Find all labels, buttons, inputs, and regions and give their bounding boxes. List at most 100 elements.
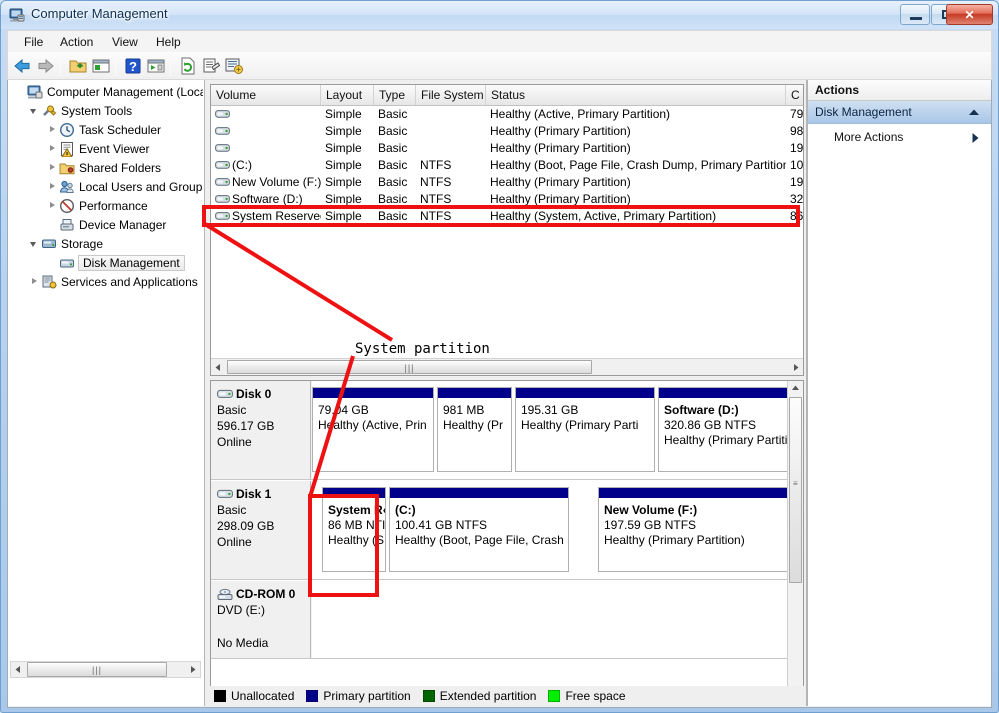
sidebar-item-system-tools[interactable]: System Tools [28, 101, 132, 120]
help-icon[interactable]: ? [123, 56, 143, 76]
forward-icon[interactable] [35, 56, 55, 76]
sidebar-item-disk-management[interactable]: Disk Management [46, 253, 185, 272]
gview-scroll-up-button[interactable] [788, 381, 803, 396]
sidebar-item-storage[interactable]: Storage [28, 234, 103, 253]
volume-scroll-right-button[interactable] [788, 360, 803, 375]
volume-scroll-grip: ||| [404, 363, 414, 373]
partition-block[interactable]: New Volume (F:)197.59 GB NTFSHealthy (Pr… [598, 487, 788, 572]
disk-type: Basic [217, 403, 304, 417]
legend-label: Free space [565, 689, 625, 703]
partition-status: Healthy (Active, Prin [318, 418, 433, 433]
volume-row[interactable]: New Volume (F:)SimpleBasicNTFSHealthy (P… [211, 174, 803, 191]
console-tree-panel: Computer Management (Local System ToolsTa… [8, 80, 205, 706]
close-button[interactable]: ✕ [946, 4, 993, 25]
show-hide-console-tree-icon[interactable] [91, 56, 111, 76]
actions-group-disk-management[interactable]: Disk Management [808, 101, 991, 124]
disk-partitions: 79.04 GBHealthy (Active, Prin981 MBHealt… [312, 381, 789, 479]
users-icon [59, 179, 75, 195]
sidebar-item-computer-management-local[interactable]: Computer Management (Local [14, 82, 203, 101]
column-header-file-system[interactable]: File System [416, 85, 486, 105]
gview-scroll-thumb[interactable]: ≡ [789, 397, 802, 583]
partition-block[interactable]: (C:)100.41 GB NTFSHealthy (Boot, Page Fi… [389, 487, 569, 572]
disk-name: CD-ROM 0 [217, 587, 304, 601]
partition-title: (C:) [395, 503, 568, 518]
action-more-actions-label: More Actions [834, 130, 903, 144]
show-hide-action-pane-icon[interactable] [146, 56, 166, 76]
sidebar-item-local-users-and-groups[interactable]: Local Users and Groups [46, 177, 203, 196]
volume-row[interactable]: System ReservedSimpleBasicNTFSHealthy (S… [211, 208, 803, 225]
expand-collapse-closed-icon[interactable] [28, 272, 41, 291]
volume-row[interactable]: SimpleBasicHealthy (Primary Partition)98 [211, 123, 803, 140]
menu-file[interactable]: File [16, 34, 51, 50]
sidebar-item-event-viewer[interactable]: Event Viewer [46, 139, 149, 158]
expand-collapse-closed-icon[interactable] [46, 158, 59, 177]
volume-row[interactable]: Software (D:)SimpleBasicNTFSHealthy (Pri… [211, 191, 803, 208]
partition-status: Healthy (Primary Partition) [604, 533, 787, 548]
partition-block[interactable]: System R‹86 MB NTIHealthy (S [322, 487, 386, 572]
up-folder-icon[interactable] [68, 56, 88, 76]
tree-scroll-left-button[interactable] [11, 662, 26, 677]
partition-body: (C:)100.41 GB NTFSHealthy (Boot, Page Fi… [390, 499, 568, 548]
expand-collapse-closed-icon[interactable] [46, 177, 59, 196]
sidebar-item-label: Computer Management (Local [47, 85, 203, 99]
volume-scroll-left-button[interactable] [211, 360, 226, 375]
disk-info[interactable]: Disk 0Basic596.17 GBOnline [211, 381, 311, 479]
legend-item: Free space [548, 689, 625, 703]
column-header-c[interactable]: C [786, 85, 804, 105]
disk-line-spacer [217, 619, 304, 634]
column-header-volume[interactable]: Volume [211, 85, 321, 105]
volume-row[interactable]: SimpleBasicHealthy (Active, Primary Part… [211, 106, 803, 123]
back-icon[interactable] [13, 56, 33, 76]
partition-block[interactable]: Software (D:)320.86 GB NTFSHealthy (Prim… [658, 387, 803, 472]
volume-row[interactable]: (C:)SimpleBasicNTFSHealthy (Boot, Page F… [211, 157, 803, 174]
volume-list: VolumeLayoutTypeFile SystemStatusC Simpl… [210, 84, 804, 376]
chevron-up-icon[interactable] [969, 109, 979, 116]
minimize-button[interactable] [900, 4, 930, 25]
partition-status: Healthy (S [328, 533, 385, 548]
volume-drive-icon [215, 108, 230, 120]
volume-cell-fs [420, 123, 486, 140]
expand-collapse-open-icon[interactable] [28, 101, 41, 120]
column-header-status[interactable]: Status [486, 85, 786, 105]
partition-block[interactable]: 981 MBHealthy (Pr [437, 387, 512, 472]
sidebar-item-task-scheduler[interactable]: Task Scheduler [46, 120, 161, 139]
expand-collapse-closed-icon[interactable] [46, 120, 59, 139]
graphical-view-vertical-scrollbar[interactable]: ≡ [787, 381, 803, 701]
sidebar-item-services-and-applications[interactable]: Services and Applications [28, 272, 198, 291]
disk-partitions: System R‹86 MB NTIHealthy (S(C:)100.41 G… [312, 481, 789, 579]
expand-collapse-closed-icon[interactable] [46, 196, 59, 215]
rescan-disks-icon[interactable] [224, 56, 244, 76]
partition-block[interactable]: 79.04 GBHealthy (Active, Prin [312, 387, 434, 472]
tree-horizontal-scrollbar[interactable]: ||| [10, 661, 201, 678]
column-header-type[interactable]: Type [374, 85, 416, 105]
partition-block[interactable]: 195.31 GBHealthy (Primary Parti [515, 387, 655, 472]
volume-cell-status: Healthy (Active, Primary Partition) [490, 106, 786, 123]
tree-indent-spacer [46, 253, 59, 272]
tree-scroll-thumb[interactable]: ||| [27, 662, 167, 677]
actions-header: Actions [808, 80, 991, 101]
system-tools-icon [41, 103, 57, 119]
menu-view[interactable]: View [104, 34, 146, 50]
volume-list-horizontal-scrollbar[interactable]: ||| [211, 358, 803, 375]
volume-row[interactable]: SimpleBasicHealthy (Primary Partition)19 [211, 140, 803, 157]
properties-icon[interactable] [201, 56, 221, 76]
column-header-layout[interactable]: Layout [321, 85, 374, 105]
action-more-actions[interactable]: More Actions [808, 126, 991, 148]
tree-scroll-right-button[interactable] [185, 662, 200, 677]
menu-action[interactable]: Action [52, 34, 101, 50]
sidebar-item-device-manager[interactable]: Device Manager [46, 215, 166, 234]
disk-management-icon [59, 255, 75, 271]
partition-color-bar [659, 388, 802, 399]
disk-info[interactable]: CD-ROM 0DVD (E:)No Media [211, 581, 311, 658]
window-title: Computer Management [31, 6, 168, 21]
disk-size: 596.17 GB [217, 419, 304, 433]
menu-bar: File Action View Help [7, 30, 992, 52]
volume-scroll-thumb[interactable]: ||| [227, 360, 592, 374]
menu-help[interactable]: Help [148, 34, 189, 50]
refresh-icon[interactable] [178, 56, 198, 76]
sidebar-item-performance[interactable]: Performance [46, 196, 148, 215]
sidebar-item-shared-folders[interactable]: Shared Folders [46, 158, 161, 177]
expand-collapse-closed-icon[interactable] [46, 139, 59, 158]
disk-info[interactable]: Disk 1Basic298.09 GBOnline [211, 481, 311, 579]
expand-collapse-open-icon[interactable] [28, 234, 41, 253]
